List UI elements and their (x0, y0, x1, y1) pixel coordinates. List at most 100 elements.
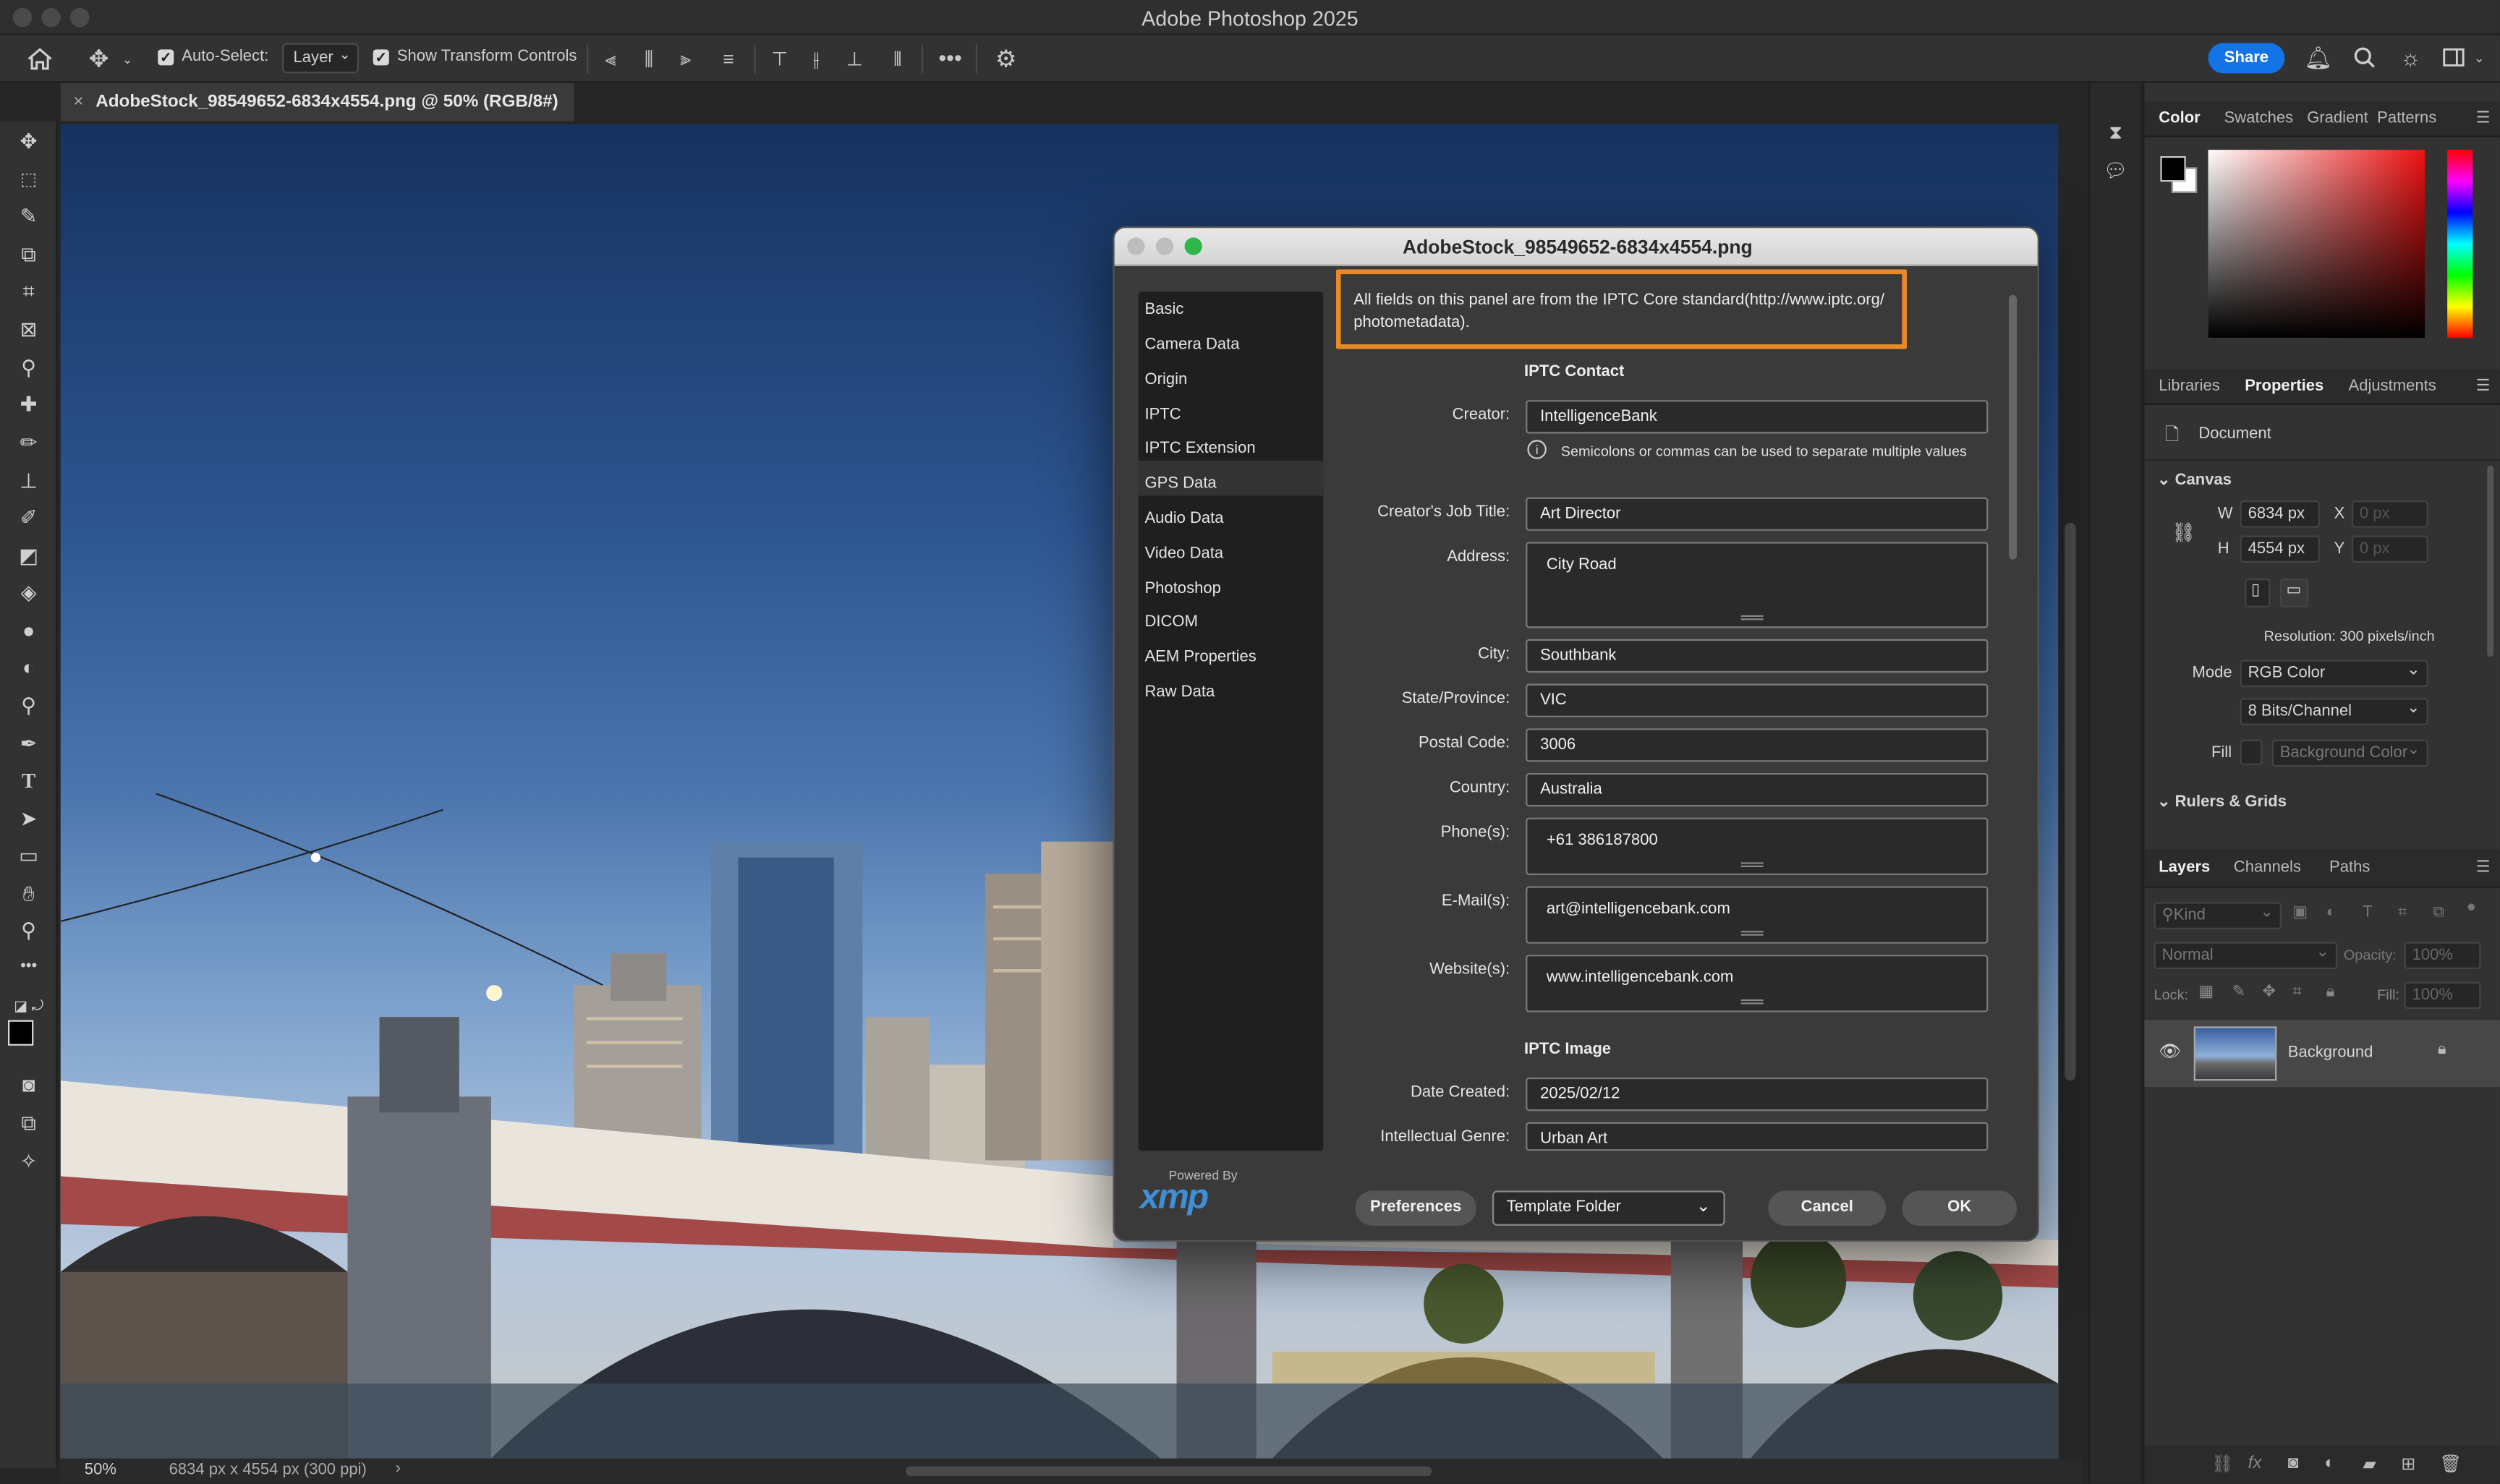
fx-icon[interactable]: fx (2248, 1454, 2262, 1472)
ok-button[interactable]: OK (1902, 1190, 2018, 1226)
path-selection-tool-icon[interactable]: ➤ (13, 805, 45, 834)
distribute-vertical-icon[interactable]: ⦀ (886, 47, 909, 70)
zoom-lens-tool-icon[interactable]: ⚲ (13, 692, 45, 721)
blend-mode-dropdown[interactable]: Normal ⌄ (2154, 942, 2338, 970)
layer-row-background[interactable]: 👁︎ Background 🔒︎ (2144, 1020, 2500, 1088)
lock-artboard-icon[interactable]: ⌗ (2292, 984, 2301, 1001)
rectangle-tool-icon[interactable]: ▭ (13, 842, 45, 871)
category-iptc[interactable]: IPTC (1144, 406, 1181, 424)
eraser-tool-icon[interactable]: ◩ (13, 542, 45, 571)
auto-select-dropdown[interactable]: Layer ⌄ (282, 43, 359, 74)
bit-depth-dropdown[interactable]: 8 Bits/Channel ⌄ (2240, 698, 2428, 725)
city-input[interactable]: Southbank (1526, 639, 1989, 673)
mode-dropdown[interactable]: RGB Color ⌄ (2240, 660, 2428, 687)
tab-properties[interactable]: Properties (2245, 378, 2323, 395)
link-layers-icon[interactable]: ⛓ (2211, 1454, 2234, 1474)
landscape-orientation-icon[interactable]: ▭ (2279, 579, 2309, 607)
creator-input[interactable]: IntelligenceBank (1526, 400, 1989, 434)
share-button[interactable]: Share (2208, 43, 2285, 74)
discover-light-icon[interactable]: ☼ (2397, 43, 2425, 72)
postal-code-input[interactable]: 3006 (1526, 728, 1989, 762)
type-tool-icon[interactable]: T (13, 767, 45, 796)
tab-gradient[interactable]: Gradient (2307, 110, 2368, 127)
panel-menu-icon[interactable]: ☰ (2476, 859, 2491, 877)
pen-tool-icon[interactable]: ✒ (13, 730, 45, 759)
clone-stamp-tool-icon[interactable]: ⊥ (13, 467, 45, 496)
portrait-orientation-icon[interactable]: ▯ (2245, 579, 2271, 607)
visibility-eye-icon[interactable]: 👁︎ (2159, 1041, 2181, 1061)
home-icon[interactable] (25, 45, 54, 74)
website-input[interactable]: www.intelligencebank.com (1526, 955, 1989, 1012)
dodge-tool-icon[interactable]: ◐ (13, 654, 45, 683)
healing-brush-tool-icon[interactable]: ✚ (13, 391, 45, 419)
category-audio-data[interactable]: Audio Data (1144, 510, 1223, 527)
quick-selection-tool-icon[interactable]: ✎ (13, 202, 45, 231)
width-input[interactable]: 6834 px (2240, 500, 2320, 528)
height-input[interactable]: 4554 px (2240, 535, 2320, 563)
search-icon[interactable] (2350, 43, 2379, 72)
filter-adjustment-icon[interactable]: ◐ (2326, 904, 2336, 921)
layer-lock-icon[interactable]: 🔒︎ (2438, 1041, 2446, 1058)
chevron-down-icon[interactable]: ⌄ (119, 46, 135, 72)
category-origin[interactable]: Origin (1144, 372, 1187, 389)
canvas-section-header[interactable]: ⌄ Canvas (2157, 472, 2232, 489)
history-brush-tool-icon[interactable]: ✐ (13, 503, 45, 532)
new-layer-icon[interactable]: ⊞ (2401, 1454, 2415, 1474)
layer-filter-kind[interactable]: ⚲Kind ⌄ (2154, 902, 2282, 929)
lock-transparent-icon[interactable]: ▦ (2198, 984, 2214, 1001)
tab-swatches[interactable]: Swatches (2224, 110, 2294, 127)
default-colors-icon[interactable]: ◪ ⤾ (13, 992, 45, 1020)
align-left-icon[interactable]: ⫷ (600, 47, 622, 70)
screen-mode-icon[interactable]: ⧉ (13, 1109, 45, 1138)
dialog-minimize-button[interactable] (1155, 237, 1174, 255)
lock-position-icon[interactable]: ✥ (2262, 984, 2275, 1001)
align-middle-icon[interactable]: ⫲ (805, 47, 828, 70)
crop-tool-icon[interactable]: ⌗ (13, 277, 45, 306)
color-picker-field[interactable] (2208, 150, 2425, 338)
eyedropper-tool-icon[interactable]: ⚲ (13, 354, 45, 383)
move-tool-icon[interactable]: ✥ (13, 127, 45, 156)
align-bottom-icon[interactable]: ⊥ (843, 48, 866, 70)
zoom-level[interactable]: 50% (85, 1462, 116, 1479)
document-tab[interactable]: × AdobeStock_98549652-6834x4554.png @ 50… (60, 82, 574, 121)
email-input[interactable]: art@intelligencebank.com (1526, 886, 1989, 944)
x-input[interactable]: 0 px (2351, 500, 2428, 528)
intellectual-genre-input[interactable]: Urban Art (1526, 1122, 1989, 1151)
address-input[interactable]: City Road (1526, 542, 1989, 628)
frame-tool-icon[interactable]: ⊠ (13, 315, 45, 344)
foreground-color-swatch[interactable] (8, 1020, 34, 1046)
fill-percent-input[interactable]: 100% (2404, 981, 2481, 1010)
lock-image-icon[interactable]: ✎ (2232, 984, 2245, 1001)
category-camera-data[interactable]: Camera Data (1144, 336, 1239, 354)
opacity-input[interactable]: 100% (2404, 942, 2481, 970)
quick-mask-icon[interactable]: ◙ (13, 1071, 45, 1100)
brush-tool-icon[interactable]: ✏ (13, 429, 45, 458)
tab-libraries[interactable]: Libraries (2159, 378, 2220, 395)
auto-select-checkbox[interactable]: ✓ Auto-Select: (158, 48, 268, 65)
hue-slider[interactable] (2447, 150, 2473, 338)
panel-menu-icon[interactable]: ☰ (2476, 110, 2491, 127)
workspace-chevron-icon[interactable]: ⌄ (2471, 45, 2487, 70)
rulers-grids-header[interactable]: ⌄ Rulers & Grids (2157, 794, 2287, 807)
more-options-icon[interactable]: ••• (936, 45, 965, 70)
show-transform-checkbox[interactable]: ✓ Show Transform Controls (373, 48, 577, 65)
marquee-tool-icon[interactable]: ⬚ (13, 166, 45, 195)
tab-layers[interactable]: Layers (2159, 859, 2210, 877)
align-center-icon[interactable]: ⫼ (638, 47, 660, 70)
new-group-icon[interactable]: ▰ (2363, 1454, 2376, 1474)
state-input[interactable]: VIC (1526, 683, 1989, 717)
category-aem-properties[interactable]: AEM Properties (1144, 649, 1256, 666)
horizontal-scroll-thumb[interactable] (905, 1466, 1432, 1476)
filter-smart-object-icon[interactable]: ⧉ (2433, 904, 2444, 921)
edit-toolbar-icon[interactable]: ••• (13, 953, 45, 982)
category-dicom[interactable]: DICOM (1144, 614, 1197, 631)
lock-all-icon[interactable]: 🔒︎ (2326, 984, 2335, 1001)
category-iptc-extension[interactable]: IPTC Extension (1144, 440, 1255, 457)
category-video-data[interactable]: Video Data (1144, 545, 1223, 563)
date-created-input[interactable]: 2025/02/12 (1526, 1077, 1989, 1112)
filter-shape-icon[interactable]: ⌗ (2398, 904, 2407, 921)
fill-swatch[interactable] (2240, 739, 2263, 765)
category-gps-data[interactable]: GPS Data (1144, 475, 1216, 492)
tab-paths[interactable]: Paths (2329, 859, 2370, 877)
preferences-button[interactable]: Preferences (1355, 1190, 1476, 1226)
